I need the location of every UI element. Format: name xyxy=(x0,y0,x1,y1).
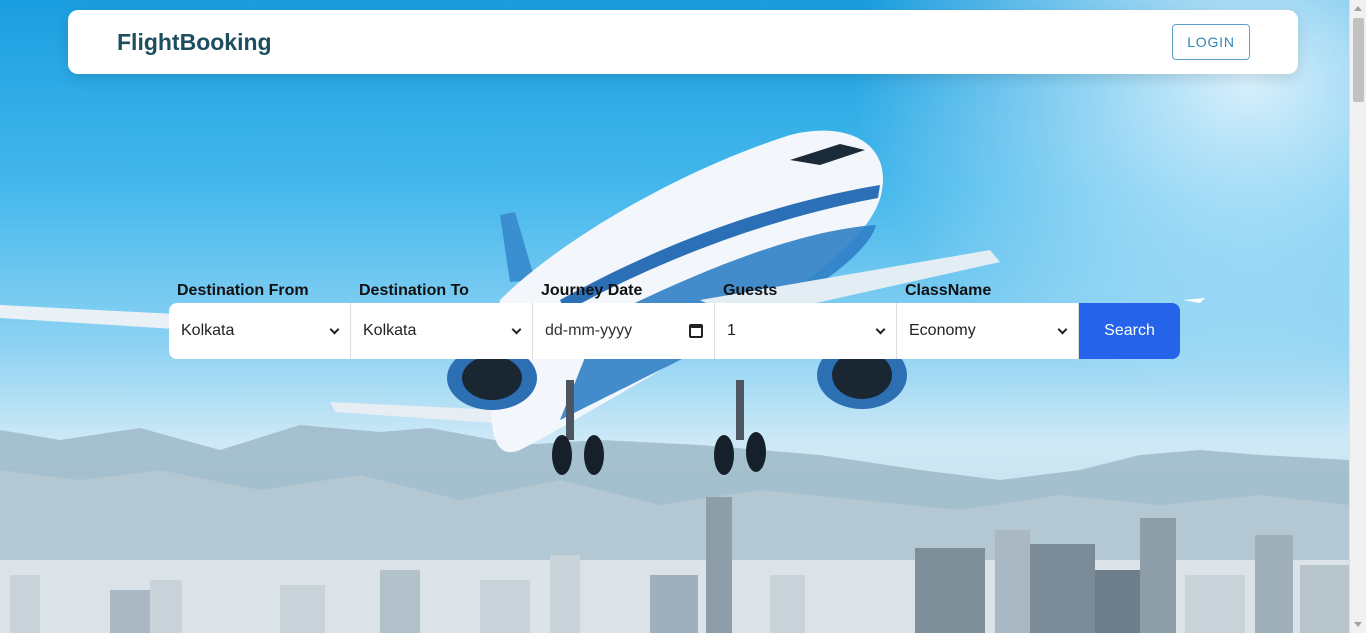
brand-logo[interactable]: FlightBooking xyxy=(117,29,272,56)
calendar-icon[interactable] xyxy=(689,324,703,338)
to-field: Destination To Kolkata xyxy=(351,279,533,359)
from-field: Destination From Kolkata xyxy=(169,279,351,359)
scrollbar-thumb[interactable] xyxy=(1353,18,1364,102)
chevron-down-icon xyxy=(329,324,340,334)
scroll-up-arrow-icon[interactable] xyxy=(1354,6,1362,11)
distant-plane xyxy=(1183,298,1205,303)
class-field: ClassName Economy xyxy=(897,279,1079,359)
class-label: ClassName xyxy=(905,282,992,299)
class-value: Economy xyxy=(909,322,976,339)
guests-field: Guests 1 xyxy=(715,279,897,359)
guests-value: 1 xyxy=(727,322,736,339)
journey-date-field: Journey Date dd-mm-yyyy xyxy=(533,279,715,359)
from-select[interactable]: Kolkata xyxy=(169,303,351,359)
class-select[interactable]: Economy xyxy=(897,303,1079,359)
guests-label: Guests xyxy=(723,282,778,299)
guests-select[interactable]: 1 xyxy=(715,303,897,359)
journey-date-placeholder: dd-mm-yyyy xyxy=(545,322,633,339)
chevron-down-icon xyxy=(875,324,886,334)
search-button[interactable]: Search xyxy=(1079,303,1180,359)
journey-date-input[interactable]: dd-mm-yyyy xyxy=(533,303,715,359)
from-value: Kolkata xyxy=(181,322,235,339)
to-select[interactable]: Kolkata xyxy=(351,303,533,359)
journey-date-label: Journey Date xyxy=(541,282,643,299)
login-button[interactable]: LOGIN xyxy=(1172,24,1250,60)
scroll-down-arrow-icon[interactable] xyxy=(1354,622,1362,627)
page-scrollbar[interactable] xyxy=(1349,0,1366,633)
top-navbar: FlightBooking LOGIN xyxy=(68,10,1298,74)
to-label: Destination To xyxy=(359,282,469,299)
flight-search-form: Destination From Kolkata Destination To … xyxy=(169,279,1180,359)
chevron-down-icon xyxy=(511,324,522,334)
from-label: Destination From xyxy=(177,282,309,299)
to-value: Kolkata xyxy=(363,322,417,339)
chevron-down-icon xyxy=(1057,324,1068,334)
